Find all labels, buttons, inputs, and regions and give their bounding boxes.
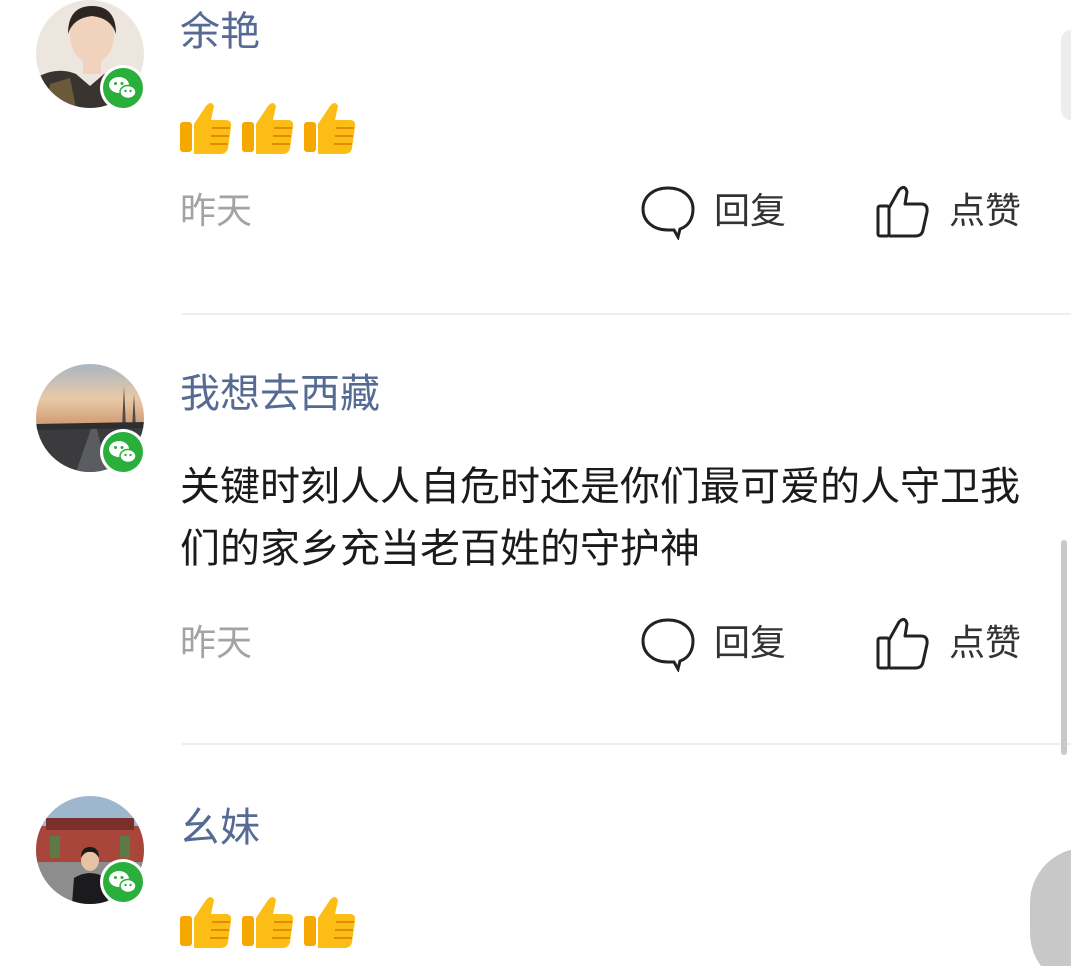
wechat-icon <box>100 429 146 475</box>
thumbs-up-icon <box>178 892 234 952</box>
comment-time: 昨天 <box>180 623 253 664</box>
divider <box>182 313 1071 315</box>
comment-item: 余艳 昨天 回复 点赞 <box>0 0 1071 316</box>
wechat-icon <box>100 859 146 905</box>
comment-item: 我想去西藏 关键时刻人人自危时还是你们最可爱的人守卫我们的家乡充当老百姓的守护神… <box>0 316 1071 746</box>
thumbs-up-outline-icon <box>875 184 931 240</box>
thumbs-up-outline-icon <box>875 616 931 672</box>
thumbs-up-icon <box>240 98 296 158</box>
thumbs-up-icon <box>302 892 358 952</box>
comment-list: 余艳 昨天 回复 点赞 我想去西藏 关键时刻人人自危时还是你们最可爱的人守卫我们… <box>0 0 1071 966</box>
reply-label: 回复 <box>714 191 787 232</box>
comment-item: 幺妹 <box>0 746 1071 966</box>
comment-content: 关键时刻人人自危时还是你们最可爱的人守卫我们的家乡充当老百姓的守护神 <box>180 464 1020 572</box>
like-label: 点赞 <box>949 191 1022 232</box>
wechat-icon <box>100 65 146 111</box>
reply-button[interactable]: 回复 <box>640 616 786 672</box>
thumbs-up-icon <box>302 98 358 158</box>
reply-bubble-icon <box>640 616 696 672</box>
comment-content <box>178 892 358 952</box>
thumbs-up-icon <box>240 892 296 952</box>
username[interactable]: 我想去西藏 <box>180 374 380 414</box>
reply-button[interactable]: 回复 <box>640 184 786 240</box>
reply-label: 回复 <box>714 623 787 664</box>
comment-content <box>178 98 358 158</box>
scrollbar[interactable] <box>1061 540 1067 755</box>
username[interactable]: 余艳 <box>180 12 260 52</box>
like-button[interactable]: 点赞 <box>875 616 1021 672</box>
like-button[interactable]: 点赞 <box>875 184 1021 240</box>
edge-shadow <box>1061 30 1071 120</box>
divider <box>182 743 1071 745</box>
thumbs-up-icon <box>178 98 234 158</box>
username[interactable]: 幺妹 <box>180 808 260 848</box>
comment-time: 昨天 <box>180 191 253 232</box>
reply-bubble-icon <box>640 184 696 240</box>
like-label: 点赞 <box>949 623 1022 664</box>
